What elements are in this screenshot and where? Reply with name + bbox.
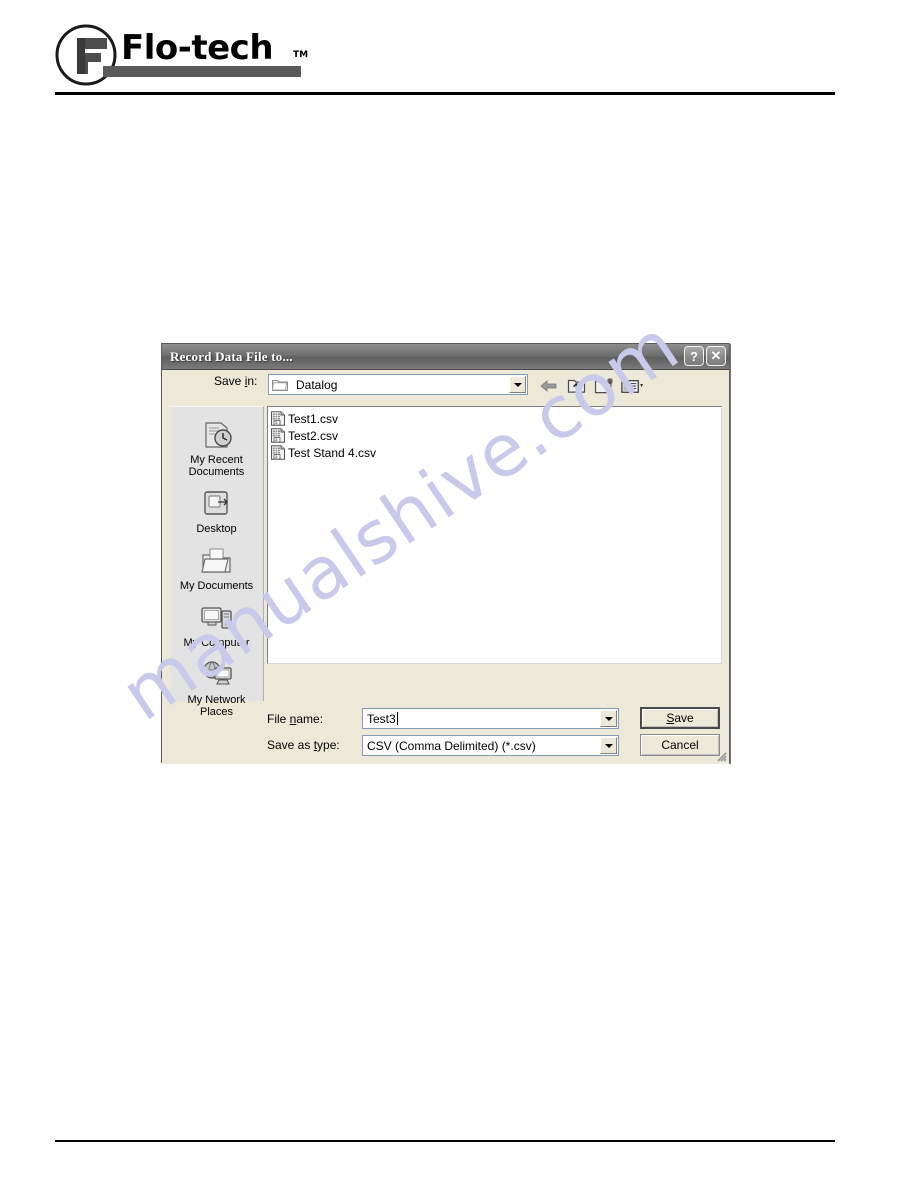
save-file-dialog: Record Data File to... ? ✕ Save in: Data… — [161, 343, 730, 764]
brand-name: Flo-tech — [121, 28, 274, 68]
place-my-network-places[interactable]: My Network Places — [170, 657, 263, 718]
place-desktop[interactable]: Desktop — [170, 486, 263, 535]
place-label: My Recent Documents — [188, 454, 245, 478]
save-as-type-label-static: Save as type: — [267, 738, 340, 752]
my-documents-icon — [170, 543, 263, 579]
place-label: My Documents — [179, 580, 254, 592]
titlebar-button-group: ? ✕ — [684, 346, 726, 366]
place-my-recent-documents[interactable]: My Recent Documents — [170, 417, 263, 478]
dialog-body: Save in: Datalog My Recent Documents Des… — [162, 370, 729, 764]
file-name-label: Test2.csv — [288, 428, 339, 443]
close-button[interactable]: ✕ — [706, 346, 726, 366]
help-button[interactable]: ? — [684, 346, 704, 366]
save-in-value: Datalog — [296, 377, 338, 392]
svg-text:a: a — [275, 437, 278, 442]
file-list[interactable]: a Test1.csv a Test2.csv a Test Stand 4.c… — [267, 406, 722, 664]
file-list-item[interactable]: a Test1.csv — [270, 410, 719, 427]
file-name-combobox[interactable]: Test3 — [362, 708, 619, 729]
save-in-combobox[interactable]: Datalog — [268, 374, 528, 395]
place-label: My Network Places — [187, 694, 246, 718]
resize-grip-icon[interactable] — [713, 748, 727, 762]
save-in-dropdown-arrow[interactable] — [509, 376, 526, 393]
place-label: Desktop — [196, 523, 237, 535]
footer-rule — [55, 1140, 835, 1142]
desktop-icon — [170, 486, 263, 522]
text-caret — [396, 711, 398, 725]
trademark-symbol: TM — [293, 50, 309, 60]
cancel-button[interactable]: Cancel — [640, 734, 720, 756]
svg-text:a: a — [275, 420, 278, 425]
file-name-value: Test3 — [367, 711, 398, 726]
network-places-icon — [170, 657, 263, 693]
place-label: My Computer — [183, 637, 250, 649]
file-name-label: Test1.csv — [288, 411, 339, 426]
header-rule — [55, 92, 835, 95]
folder-up-icon[interactable] — [565, 375, 588, 396]
csv-file-icon: a — [271, 445, 285, 460]
save-as-type-dropdown-arrow[interactable] — [600, 737, 617, 754]
recent-documents-icon — [170, 417, 263, 453]
back-arrow-icon[interactable] — [537, 375, 560, 396]
file-name-label: Test Stand 4.csv — [288, 445, 377, 460]
place-my-documents[interactable]: My Documents — [170, 543, 263, 592]
save-button[interactable]: Save — [640, 707, 720, 729]
page-header: Flo-tech TM — [0, 0, 918, 110]
brand-logo: Flo-tech TM — [55, 24, 355, 86]
views-list-icon[interactable] — [621, 375, 644, 396]
my-computer-icon — [170, 600, 263, 636]
places-bar: My Recent Documents Desktop My Documents… — [170, 406, 264, 718]
save-in-label: Save in: — [214, 374, 258, 388]
place-my-computer[interactable]: My Computer — [170, 600, 263, 649]
csv-file-icon: a — [271, 428, 285, 443]
dialog-toolbar — [537, 375, 644, 396]
dialog-title: Record Data File to... — [170, 348, 293, 364]
save-as-type-combobox[interactable]: CSV (Comma Delimited) (*.csv) — [362, 735, 619, 756]
file-list-item[interactable]: a Test2.csv — [270, 427, 719, 444]
file-list-item[interactable]: a Test Stand 4.csv — [270, 444, 719, 461]
csv-file-icon: a — [271, 411, 285, 426]
new-folder-icon[interactable] — [593, 375, 616, 396]
file-name-dropdown-arrow[interactable] — [600, 710, 617, 727]
save-as-type-value: CSV (Comma Delimited) (*.csv) — [367, 738, 536, 753]
folder-icon — [272, 380, 288, 391]
svg-text:a: a — [275, 454, 278, 459]
file-name-label-static: File name: — [267, 712, 324, 726]
dialog-titlebar[interactable]: Record Data File to... ? ✕ — [162, 344, 729, 370]
